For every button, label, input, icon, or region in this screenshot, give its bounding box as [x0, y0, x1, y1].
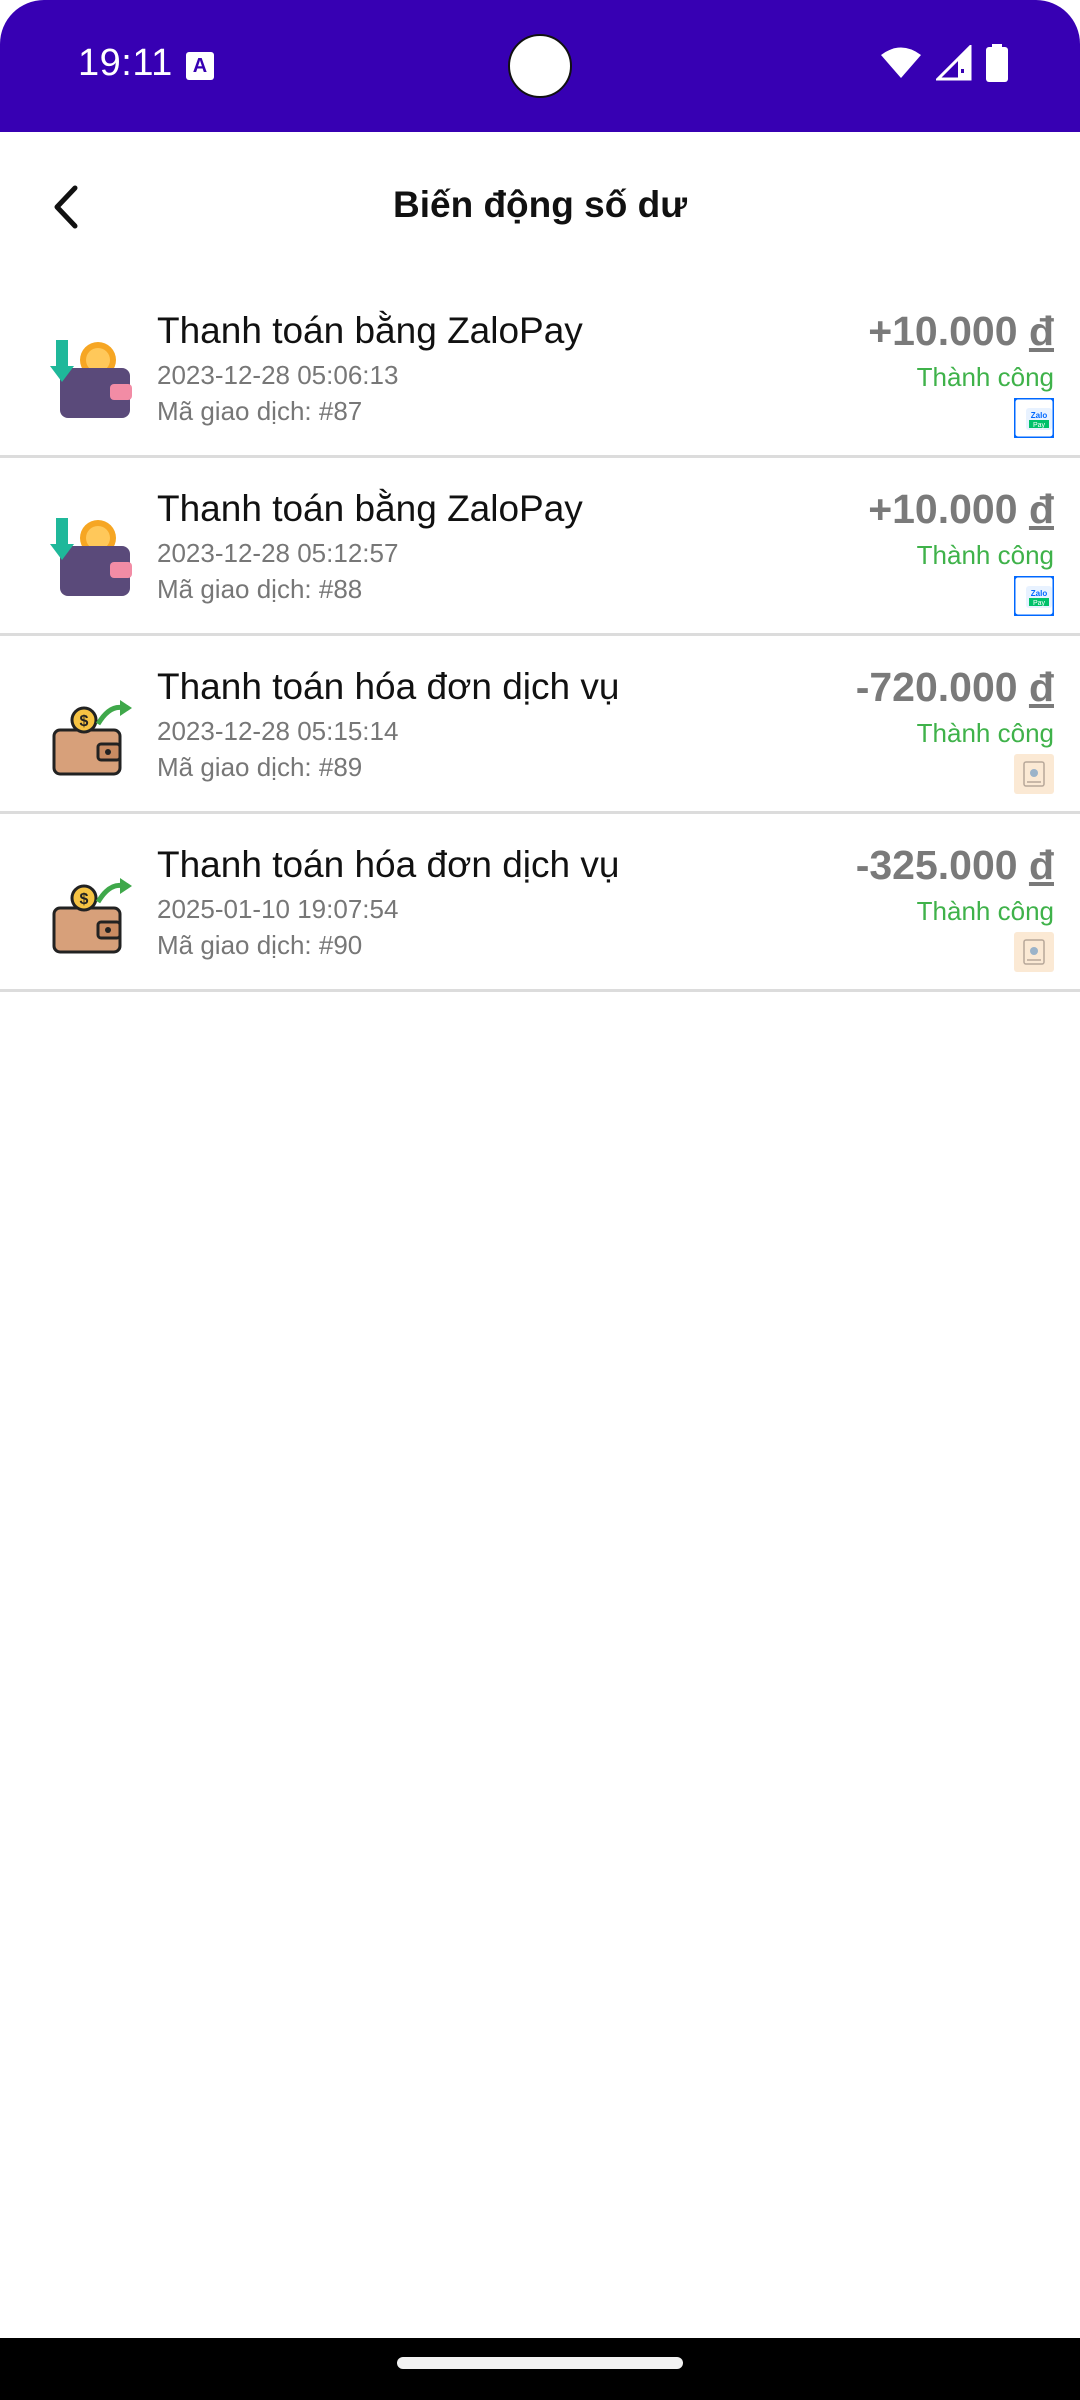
- transaction-list: Thanh toán bằng ZaloPay 2023-12-28 05:06…: [0, 280, 1080, 992]
- transaction-row[interactable]: Thanh toán bằng ZaloPay 2023-12-28 05:12…: [0, 458, 1080, 636]
- transaction-row[interactable]: $ Thanh toán hóa đơn dịch vụ 2023-12-28 …: [0, 636, 1080, 814]
- svg-text:Zalo: Zalo: [1031, 589, 1048, 598]
- notification-app-icon: A: [186, 52, 214, 80]
- transaction-code: Mã giao dịch: #88: [157, 574, 363, 604]
- svg-text:Pay: Pay: [1033, 422, 1046, 429]
- zalopay-icon: Zalo Pay: [1014, 398, 1054, 438]
- currency-symbol: đ: [1028, 308, 1054, 354]
- battery-icon: [986, 44, 1008, 82]
- transaction-datetime: 2023-12-28 05:15:14: [157, 716, 399, 746]
- transaction-row[interactable]: $ Thanh toán hóa đơn dịch vụ 2025-01-10 …: [0, 814, 1080, 992]
- transaction-amount: -720.000 đ: [856, 664, 1054, 711]
- zalopay-icon: Zalo Pay: [1014, 576, 1054, 616]
- svg-text:$: $: [80, 891, 89, 908]
- status-bar: 19:11 A: [0, 0, 1080, 132]
- transaction-code: Mã giao dịch: #90: [157, 930, 363, 960]
- currency-symbol: đ: [1028, 486, 1054, 532]
- svg-text:Zalo: Zalo: [1031, 411, 1048, 420]
- camera-cutout: [508, 34, 572, 98]
- wifi-icon: [881, 47, 921, 78]
- page-title: Biến động số dư: [393, 184, 687, 225]
- transaction-code: Mã giao dịch: #87: [157, 396, 363, 426]
- wallet-payment-icon: $: [52, 878, 132, 954]
- home-gesture-handle[interactable]: [397, 2357, 683, 2369]
- system-icons: [880, 44, 1008, 82]
- amount-value: -325.000: [855, 842, 1018, 888]
- cellular-signal-icon: [936, 45, 972, 81]
- transaction-row[interactable]: Thanh toán bằng ZaloPay 2023-12-28 05:06…: [0, 280, 1080, 458]
- wallet-deposit-icon: [50, 340, 132, 418]
- wallet-payment-icon: $: [52, 700, 132, 776]
- currency-symbol: đ: [1028, 664, 1054, 710]
- wallet-deposit-icon: [50, 518, 132, 596]
- transaction-status: Thành công: [916, 896, 1054, 926]
- transaction-datetime: 2023-12-28 05:06:13: [157, 360, 399, 390]
- svg-text:Pay: Pay: [1033, 600, 1046, 607]
- amount-value: +10.000: [868, 486, 1018, 532]
- transaction-title: Thanh toán hóa đơn dịch vụ: [157, 844, 620, 885]
- transaction-datetime: 2023-12-28 05:12:57: [157, 538, 399, 568]
- transaction-amount: +10.000 đ: [868, 308, 1054, 355]
- transaction-datetime: 2025-01-10 19:07:54: [157, 894, 399, 924]
- transaction-amount: +10.000 đ: [868, 486, 1054, 533]
- transaction-status: Thành công: [916, 540, 1054, 570]
- transaction-amount: -325.000 đ: [856, 842, 1054, 889]
- service-bill-icon: [1014, 932, 1054, 972]
- transaction-status: Thành công: [916, 362, 1054, 392]
- service-bill-icon: [1014, 754, 1054, 794]
- transaction-status: Thành công: [916, 718, 1054, 748]
- app-bar: Biến động số dư: [0, 132, 1080, 283]
- transaction-title: Thanh toán hóa đơn dịch vụ: [157, 666, 620, 707]
- navigation-bar: [0, 2338, 1080, 2400]
- currency-symbol: đ: [1028, 842, 1054, 888]
- transaction-title: Thanh toán bằng ZaloPay: [157, 488, 583, 529]
- svg-text:$: $: [80, 713, 89, 730]
- transaction-title: Thanh toán bằng ZaloPay: [157, 310, 583, 351]
- amount-value: -720.000: [855, 664, 1018, 710]
- transaction-code: Mã giao dịch: #89: [157, 752, 363, 782]
- amount-value: +10.000: [868, 308, 1018, 354]
- status-time: 19:11: [78, 42, 173, 84]
